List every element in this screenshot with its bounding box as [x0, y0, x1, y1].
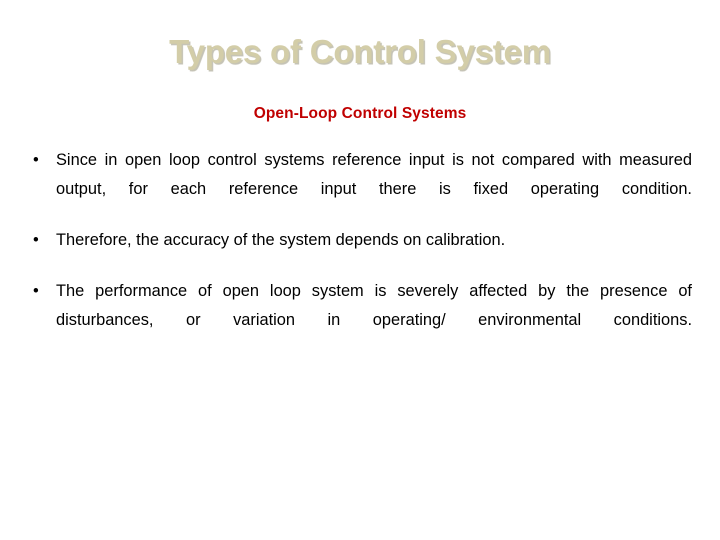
bullet-point-icon: •	[33, 282, 39, 300]
bullet-item-text: Since in open loop control systems refer…	[56, 151, 692, 198]
slide-title-container: Types of Control System	[0, 33, 720, 71]
bullet-item: • Therefore, the accuracy of the system …	[28, 226, 692, 255]
page-title: Types of Control System	[169, 33, 551, 70]
bullet-point-icon: •	[33, 151, 39, 169]
bullet-item-text: Therefore, the accuracy of the system de…	[56, 231, 506, 249]
bullet-item: • Since in open loop control systems ref…	[28, 146, 692, 204]
slide-body: • Since in open loop control systems ref…	[28, 146, 692, 335]
presentation-slide: Types of Control System Open-Loop Contro…	[0, 0, 720, 540]
bullet-point-icon: •	[33, 231, 39, 249]
bullet-item: • The performance of open loop system is…	[28, 277, 692, 335]
slide-subtitle-container: Open-Loop Control Systems	[0, 104, 720, 124]
bullet-item-text: The performance of open loop system is s…	[56, 282, 692, 329]
section-heading: Open-Loop Control Systems	[253, 105, 467, 122]
